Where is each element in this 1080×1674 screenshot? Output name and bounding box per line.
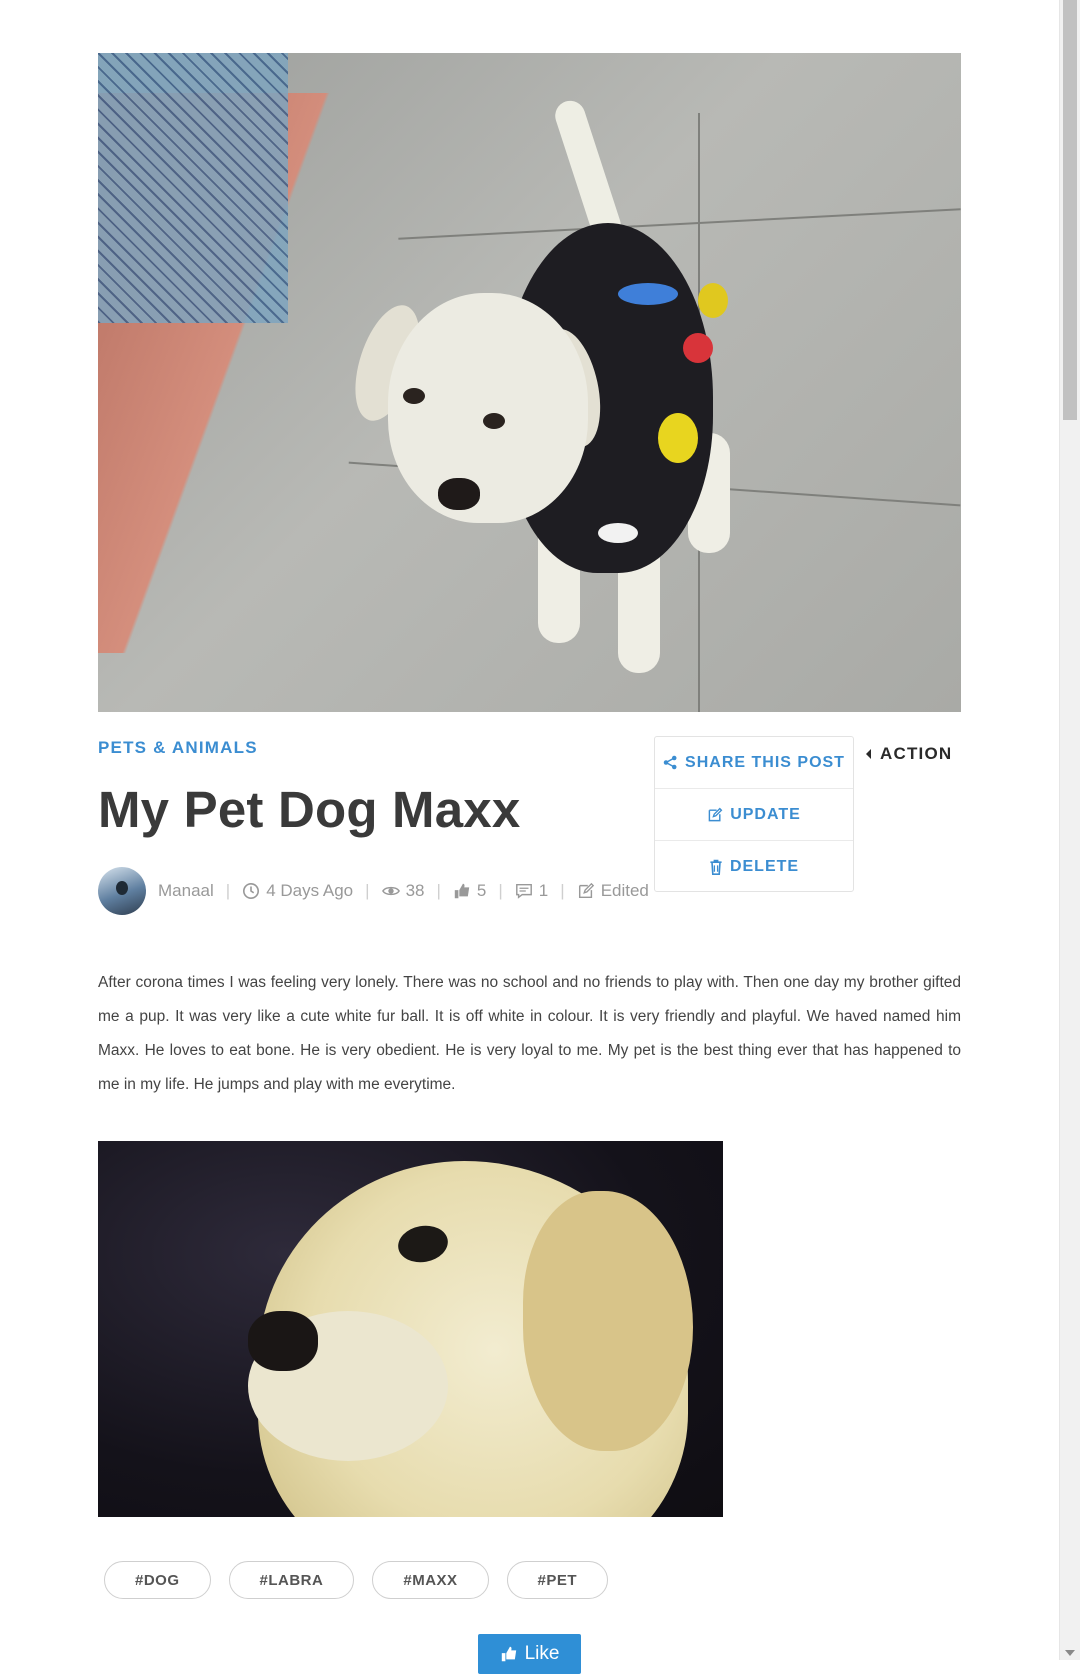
- post-comments: 1: [515, 881, 548, 901]
- puppy-eye: [403, 388, 425, 404]
- post-body: After corona times I was feeling very lo…: [98, 974, 961, 1093]
- delete-post-button[interactable]: DELETE: [655, 841, 853, 892]
- post-edited: Edited: [577, 881, 649, 901]
- post-time: 4 Days Ago: [242, 881, 353, 901]
- action-menu: SHARE THIS POST UPDATE DELETE: [654, 736, 854, 892]
- hero-fence: [98, 53, 288, 323]
- scroll-down-arrow-icon[interactable]: [1065, 1650, 1075, 1656]
- puppy-eye: [483, 413, 505, 429]
- meta-separator: |: [436, 881, 441, 900]
- puppy-tail: [551, 96, 625, 245]
- like-button[interactable]: Like: [478, 1634, 581, 1674]
- action-toggle-label: ACTION: [880, 744, 953, 763]
- post-title: My Pet Dog Maxx: [98, 781, 521, 838]
- post-time-text: 4 Days Ago: [266, 881, 354, 900]
- scrollbar-thumb[interactable]: [1063, 0, 1077, 420]
- post-image-puppy-closeup: [98, 1141, 723, 1517]
- closeup-ear: [523, 1191, 693, 1451]
- post-meta: Manaal | 4 Days Ago | 38 | 5 | 1 | Edite…: [98, 866, 649, 916]
- eye-icon: [381, 886, 400, 896]
- coat-print: [658, 413, 698, 463]
- post-likes: 5: [453, 881, 486, 901]
- closeup-nose: [248, 1311, 318, 1371]
- share-icon: [663, 755, 677, 770]
- coat-print: [698, 283, 728, 318]
- caret-left-icon: [866, 749, 871, 759]
- delete-post-label: DELETE: [729, 857, 800, 875]
- puppy-nose: [438, 478, 480, 510]
- share-post-button[interactable]: SHARE THIS POST: [655, 737, 853, 789]
- trash-icon: [710, 859, 722, 875]
- hero-image-puppy: [98, 53, 961, 712]
- coat-print: [598, 523, 638, 543]
- thumbs-up-icon: [501, 1646, 516, 1662]
- coat-print: [618, 283, 678, 305]
- post-views: 38: [381, 881, 425, 901]
- share-post-label: SHARE THIS POST: [685, 753, 845, 771]
- update-post-button[interactable]: UPDATE: [655, 789, 853, 841]
- clock-icon: [243, 882, 260, 900]
- page-scrollbar[interactable]: [1059, 0, 1080, 1660]
- tag-pet[interactable]: #PET: [506, 1561, 609, 1599]
- comment-icon: [515, 883, 532, 899]
- meta-separator: |: [560, 881, 565, 900]
- post-category-link[interactable]: PETS & ANIMALS: [98, 738, 258, 758]
- coat-print: [683, 333, 713, 363]
- post-views-count: 38: [405, 881, 425, 900]
- like-button-label: Like: [524, 1643, 560, 1664]
- post-likes-count: 5: [476, 881, 487, 900]
- post-comments-count: 1: [538, 881, 549, 900]
- meta-separator: |: [225, 881, 231, 900]
- thumbs-up-icon: [454, 883, 470, 899]
- action-menu-toggle[interactable]: ACTION: [866, 744, 952, 764]
- puppy-head: [388, 293, 588, 523]
- meta-separator: |: [498, 881, 503, 900]
- meta-separator: |: [365, 881, 370, 900]
- tag-labra[interactable]: #LABRA: [228, 1561, 355, 1599]
- tag-list: #DOG #LABRA #MAXX #PET: [104, 1561, 609, 1599]
- author-name[interactable]: Manaal: [158, 881, 214, 901]
- edit-icon: [578, 882, 594, 899]
- post-edited-label: Edited: [600, 881, 649, 900]
- update-post-label: UPDATE: [730, 805, 801, 823]
- pavement-line: [398, 208, 961, 240]
- edit-icon: [708, 807, 723, 821]
- tag-dog[interactable]: #DOG: [104, 1561, 211, 1599]
- author-avatar[interactable]: [98, 867, 146, 915]
- tag-maxx[interactable]: #MAXX: [372, 1561, 489, 1599]
